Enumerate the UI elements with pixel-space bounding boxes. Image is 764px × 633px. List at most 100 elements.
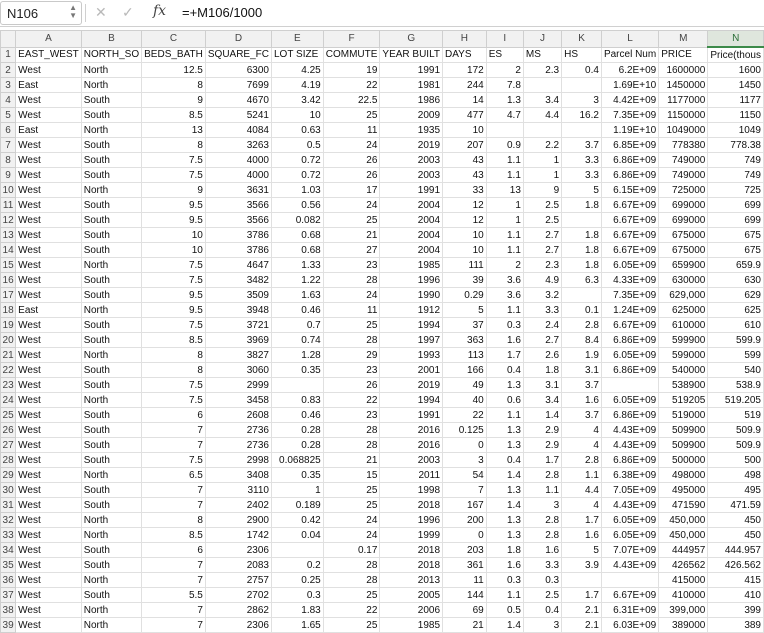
- cell-b16[interactable]: South: [80, 272, 143, 288]
- cell-a29[interactable]: West: [15, 467, 82, 483]
- cell-b8[interactable]: South: [80, 152, 143, 168]
- cell-l29[interactable]: 6.38E+09: [600, 467, 660, 483]
- cell-b10[interactable]: North: [80, 182, 143, 198]
- cell-e16[interactable]: 1.22: [271, 272, 324, 288]
- cell-j4[interactable]: 3.4: [522, 92, 563, 108]
- cell-c11[interactable]: 9.5: [141, 197, 206, 213]
- row-header[interactable]: 12: [0, 212, 17, 228]
- cell-a12[interactable]: West: [15, 212, 82, 228]
- cell-n25[interactable]: 519: [707, 407, 764, 423]
- cell-e35[interactable]: 0.2: [271, 557, 324, 573]
- cell-a33[interactable]: West: [15, 527, 82, 543]
- cell-n29[interactable]: 498: [707, 467, 764, 483]
- cell-h28[interactable]: 3: [442, 452, 487, 468]
- cell-f23[interactable]: 26: [322, 377, 381, 393]
- cell-c27[interactable]: 7: [141, 437, 206, 453]
- cell-h7[interactable]: 207: [442, 137, 487, 153]
- cell-e3[interactable]: 4.19: [271, 77, 324, 93]
- cell-f21[interactable]: 29: [322, 347, 381, 363]
- cell-a2[interactable]: West: [15, 62, 82, 78]
- cell-c36[interactable]: 7: [141, 572, 206, 588]
- cell-l17[interactable]: 7.35E+09: [600, 287, 660, 303]
- cell-m27[interactable]: 509900: [658, 437, 709, 453]
- cell-a13[interactable]: West: [15, 227, 82, 243]
- cell-f36[interactable]: 28: [322, 572, 381, 588]
- cell-k24[interactable]: 1.6: [561, 392, 602, 408]
- cell-e38[interactable]: 1.83: [271, 602, 324, 618]
- cell-i15[interactable]: 2: [485, 257, 524, 273]
- cell-d6[interactable]: 4084: [204, 122, 273, 138]
- cell-f29[interactable]: 15: [322, 467, 381, 483]
- cell-j28[interactable]: 1.7: [522, 452, 563, 468]
- cell-h37[interactable]: 144: [442, 587, 487, 603]
- cell-m16[interactable]: 630000: [658, 272, 709, 288]
- cell-d17[interactable]: 3509: [204, 287, 273, 303]
- cell-c9[interactable]: 7.5: [141, 167, 206, 183]
- cell-c4[interactable]: 9: [141, 92, 206, 108]
- cell-h34[interactable]: 203: [442, 542, 487, 558]
- cell-d7[interactable]: 3263: [204, 137, 273, 153]
- cell-c30[interactable]: 7: [141, 482, 206, 498]
- cell-n9[interactable]: 749: [707, 167, 764, 183]
- cell-e29[interactable]: 0.35: [271, 467, 324, 483]
- cell-a10[interactable]: West: [15, 182, 82, 198]
- cell-j23[interactable]: 3.1: [522, 377, 563, 393]
- cell-b36[interactable]: North: [80, 572, 143, 588]
- cell-n11[interactable]: 699: [707, 197, 764, 213]
- cell-g28[interactable]: 2003: [379, 452, 444, 468]
- cell-e23[interactable]: [271, 377, 324, 393]
- cell-d26[interactable]: 2736: [204, 422, 273, 438]
- cell-j14[interactable]: 2.7: [522, 242, 563, 258]
- cell-j31[interactable]: 3: [522, 497, 563, 513]
- cell-e28[interactable]: 0.068825: [271, 452, 324, 468]
- row-header[interactable]: 9: [0, 167, 17, 183]
- cell-h1[interactable]: DAYS: [442, 46, 487, 63]
- cell-j1[interactable]: MS: [522, 46, 563, 63]
- cell-l8[interactable]: 6.86E+09: [600, 152, 660, 168]
- cell-h27[interactable]: 0: [442, 437, 487, 453]
- cell-g13[interactable]: 2004: [379, 227, 444, 243]
- column-header-f[interactable]: F: [322, 30, 381, 48]
- cell-n31[interactable]: 471.59: [707, 497, 764, 513]
- cell-b12[interactable]: South: [80, 212, 143, 228]
- cell-e2[interactable]: 4.25: [271, 62, 324, 78]
- cell-e33[interactable]: 0.04: [271, 527, 324, 543]
- cell-g7[interactable]: 2019: [379, 137, 444, 153]
- column-header-l[interactable]: L: [600, 30, 660, 48]
- cell-i37[interactable]: 1.1: [485, 587, 524, 603]
- cell-m33[interactable]: 450,000: [658, 527, 709, 543]
- cell-d27[interactable]: 2736: [204, 437, 273, 453]
- cell-f34[interactable]: 0.17: [322, 542, 381, 558]
- cell-j35[interactable]: 3.3: [522, 557, 563, 573]
- cell-n12[interactable]: 699: [707, 212, 764, 228]
- cell-h25[interactable]: 22: [442, 407, 487, 423]
- cell-g10[interactable]: 1991: [379, 182, 444, 198]
- cell-i9[interactable]: 1.1: [485, 167, 524, 183]
- cell-l33[interactable]: 6.05E+09: [600, 527, 660, 543]
- cell-c6[interactable]: 13: [141, 122, 206, 138]
- cell-n21[interactable]: 599: [707, 347, 764, 363]
- cell-a36[interactable]: West: [15, 572, 82, 588]
- cell-e21[interactable]: 1.28: [271, 347, 324, 363]
- cell-l14[interactable]: 6.67E+09: [600, 242, 660, 258]
- cell-e17[interactable]: 1.63: [271, 287, 324, 303]
- cell-d32[interactable]: 2900: [204, 512, 273, 528]
- cell-l7[interactable]: 6.85E+09: [600, 137, 660, 153]
- cell-i8[interactable]: 1.1: [485, 152, 524, 168]
- cell-c8[interactable]: 7.5: [141, 152, 206, 168]
- cell-c21[interactable]: 8: [141, 347, 206, 363]
- cell-c13[interactable]: 10: [141, 227, 206, 243]
- cell-a26[interactable]: West: [15, 422, 82, 438]
- cell-b34[interactable]: South: [80, 542, 143, 558]
- cell-n30[interactable]: 495: [707, 482, 764, 498]
- cell-g19[interactable]: 1994: [379, 317, 444, 333]
- cell-g24[interactable]: 1994: [379, 392, 444, 408]
- cell-f26[interactable]: 28: [322, 422, 381, 438]
- cell-i38[interactable]: 0.5: [485, 602, 524, 618]
- cell-k36[interactable]: [561, 572, 602, 588]
- cell-k29[interactable]: 1.1: [561, 467, 602, 483]
- cell-l11[interactable]: 6.67E+09: [600, 197, 660, 213]
- cell-l39[interactable]: 6.03E+09: [600, 617, 660, 633]
- cell-c20[interactable]: 8.5: [141, 332, 206, 348]
- row-header[interactable]: 6: [0, 122, 17, 138]
